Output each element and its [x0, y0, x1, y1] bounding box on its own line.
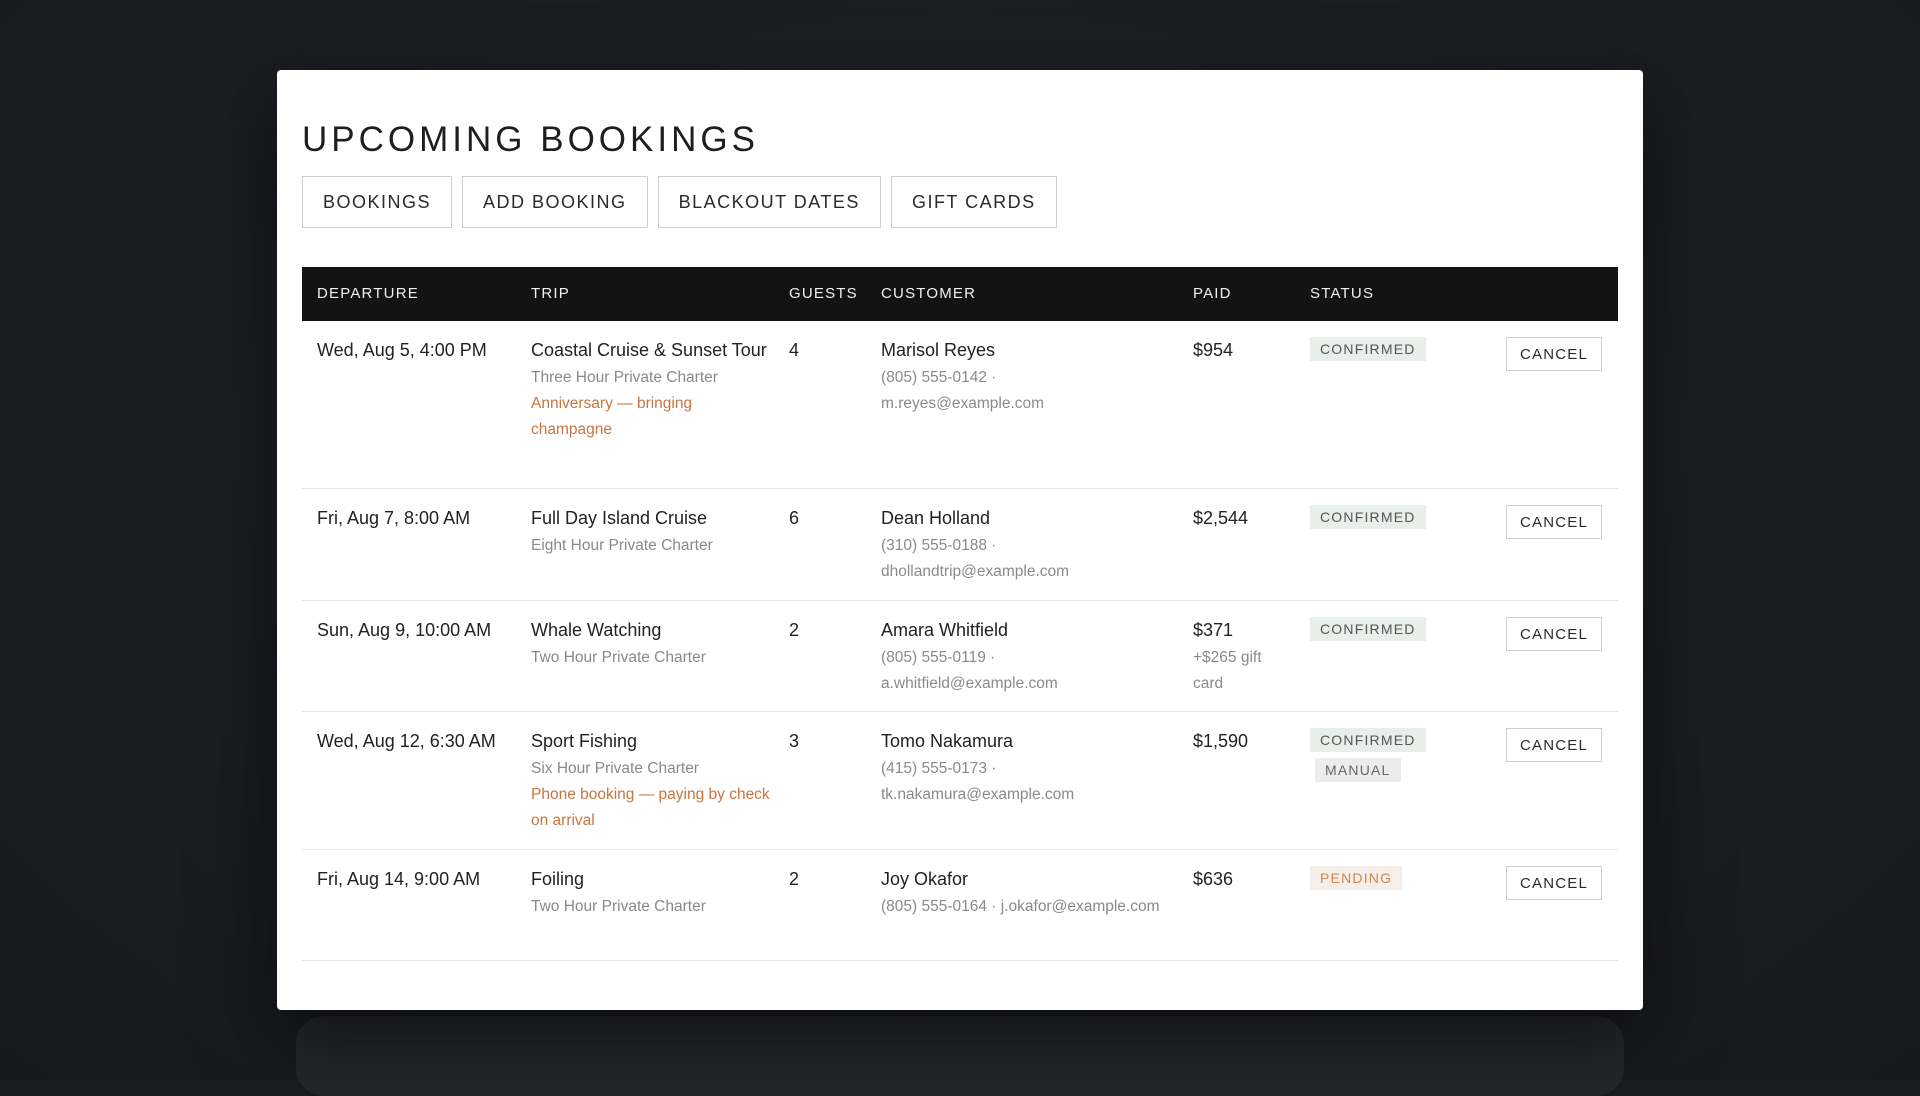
customer-name: Dean Holland — [881, 508, 991, 528]
paid-cell: $2,544 — [1193, 503, 1293, 533]
header-guests: GUESTS — [789, 285, 858, 302]
paid-cell: $1,590 — [1193, 726, 1293, 756]
paid-cell: $371 +$265 gift card — [1193, 615, 1293, 697]
table-row: Fri, Aug 7, 8:00 AM Full Day Island Crui… — [302, 489, 1618, 601]
bookings-table: DEPARTURE TRIP GUESTS CUSTOMER PAID STAT… — [302, 267, 1618, 961]
customer-name: Marisol Reyes — [881, 340, 996, 360]
table-row: Fri, Aug 14, 9:00 AM Foiling Two Hour Pr… — [302, 850, 1618, 961]
cancel-button[interactable]: CANCEL — [1506, 866, 1602, 900]
customer-cell: Marisol Reyes (805) 555-0142 · m.reyes@e… — [881, 335, 1161, 417]
trip-cell: Foiling Two Hour Private Charter — [531, 864, 771, 920]
charter-type: Two Hour Private Charter — [531, 649, 706, 666]
customer-contact: (805) 555-0142 · m.reyes@example.com — [881, 369, 1045, 412]
header-customer: CUSTOMER — [881, 285, 977, 302]
status-cell: PENDING — [1310, 864, 1403, 890]
action-cell: CANCEL — [1506, 335, 1602, 371]
cancel-button[interactable]: CANCEL — [1506, 505, 1602, 539]
customer-name: Joy Okafor — [881, 869, 969, 889]
customer-name: Tomo Nakamura — [881, 731, 1014, 751]
customer-name: Amara Whitfield — [881, 620, 1009, 640]
trip-cell: Coastal Cruise & Sunset Tour Three Hour … — [531, 335, 771, 443]
customer-contact: (805) 555-0164 · j.okafor@example.com — [881, 898, 1160, 915]
paid-amount: $371 — [1193, 620, 1234, 640]
action-cell: CANCEL — [1506, 503, 1602, 539]
trip-cell: Sport Fishing Six Hour Private Charter P… — [531, 726, 771, 834]
cancel-button[interactable]: CANCEL — [1506, 728, 1602, 762]
header-status: STATUS — [1310, 285, 1375, 302]
status-badge: CONFIRMED — [1310, 337, 1426, 361]
paid-amount: $2,544 — [1193, 508, 1249, 528]
paid-cell: $954 — [1193, 335, 1293, 365]
guests-cell: 4 — [789, 340, 800, 360]
customer-cell: Dean Holland (310) 555-0188 · dhollandtr… — [881, 503, 1161, 585]
charter-type: Three Hour Private Charter — [531, 369, 718, 386]
table-row: Sun, Aug 9, 10:00 AM Whale Watching Two … — [302, 601, 1618, 712]
status-badge: CONFIRMED — [1310, 728, 1426, 752]
paid-amount: $954 — [1193, 340, 1234, 360]
manual-badge: MANUAL — [1315, 758, 1401, 782]
departure-cell: Wed, Aug 12, 6:30 AM — [317, 731, 496, 751]
status-cell: CONFIRMED — [1310, 335, 1426, 361]
trip-cell: Whale Watching Two Hour Private Charter — [531, 615, 771, 671]
trip-name: Whale Watching — [531, 620, 662, 640]
header-paid: PAID — [1193, 285, 1232, 302]
cancel-button[interactable]: CANCEL — [1506, 617, 1602, 651]
paid-amount: $636 — [1193, 869, 1234, 889]
status-badge: CONFIRMED — [1310, 505, 1426, 529]
trip-name: Sport Fishing — [531, 731, 638, 751]
customer-contact: (805) 555-0119 · a.whitfield@example.com — [881, 649, 1058, 692]
guests-cell: 3 — [789, 731, 800, 751]
tab-gift-cards[interactable]: GIFT CARDS — [890, 176, 1057, 228]
table-row: Wed, Aug 12, 6:30 AM Sport Fishing Six H… — [302, 712, 1618, 850]
booking-note: Phone booking — paying by check on arriv… — [531, 786, 770, 829]
departure-cell: Sun, Aug 9, 10:00 AM — [317, 620, 492, 640]
guests-cell: 2 — [789, 869, 800, 889]
table-row: Wed, Aug 5, 4:00 PM Coastal Cruise & Sun… — [302, 321, 1618, 489]
background-panel — [296, 1016, 1624, 1096]
status-cell: CONFIRMED — [1310, 615, 1426, 641]
header-departure: DEPARTURE — [317, 285, 419, 302]
booking-note: Anniversary — bringing champagne — [531, 395, 693, 438]
guests-cell: 2 — [789, 620, 800, 640]
action-cell: CANCEL — [1506, 864, 1602, 900]
status-badge: PENDING — [1310, 866, 1403, 890]
header-trip: TRIP — [531, 285, 570, 302]
cancel-button[interactable]: CANCEL — [1506, 337, 1602, 371]
table-header: DEPARTURE TRIP GUESTS CUSTOMER PAID STAT… — [302, 267, 1618, 321]
action-cell: CANCEL — [1506, 615, 1602, 651]
page-title: UPCOMING BOOKINGS — [302, 120, 759, 159]
customer-contact: (310) 555-0188 · dhollandtrip@example.co… — [881, 537, 1070, 580]
customer-cell: Joy Okafor (805) 555-0164 · j.okafor@exa… — [881, 864, 1161, 920]
gift-card-amount: +$265 gift card — [1193, 649, 1262, 692]
charter-type: Six Hour Private Charter — [531, 760, 699, 777]
status-cell: CONFIRMED MANUAL — [1310, 726, 1426, 782]
trip-name: Full Day Island Cruise — [531, 508, 708, 528]
bookings-modal: UPCOMING BOOKINGS BOOKINGS ADD BOOKING B… — [277, 70, 1643, 1010]
paid-cell: $636 — [1193, 864, 1293, 894]
tab-add-booking[interactable]: ADD BOOKING — [462, 176, 648, 228]
action-cell: CANCEL — [1506, 726, 1602, 762]
guests-cell: 6 — [789, 508, 800, 528]
departure-cell: Wed, Aug 5, 4:00 PM — [317, 340, 487, 360]
trip-name: Coastal Cruise & Sunset Tour — [531, 340, 767, 360]
paid-amount: $1,590 — [1193, 731, 1249, 751]
customer-cell: Tomo Nakamura (415) 555-0173 · tk.nakamu… — [881, 726, 1161, 808]
tab-bar: BOOKINGS ADD BOOKING BLACKOUT DATES GIFT… — [302, 176, 1057, 228]
customer-cell: Amara Whitfield (805) 555-0119 · a.whitf… — [881, 615, 1161, 697]
departure-cell: Fri, Aug 7, 8:00 AM — [317, 508, 471, 528]
tab-bookings[interactable]: BOOKINGS — [302, 176, 453, 228]
customer-contact: (415) 555-0173 · tk.nakamura@example.com — [881, 760, 1075, 803]
departure-cell: Fri, Aug 14, 9:00 AM — [317, 869, 481, 889]
status-badge: CONFIRMED — [1310, 617, 1426, 641]
tab-blackout-dates[interactable]: BLACKOUT DATES — [657, 176, 881, 228]
charter-type: Eight Hour Private Charter — [531, 537, 713, 554]
status-cell: CONFIRMED — [1310, 503, 1426, 529]
trip-name: Foiling — [531, 869, 585, 889]
charter-type: Two Hour Private Charter — [531, 898, 706, 915]
trip-cell: Full Day Island Cruise Eight Hour Privat… — [531, 503, 771, 559]
